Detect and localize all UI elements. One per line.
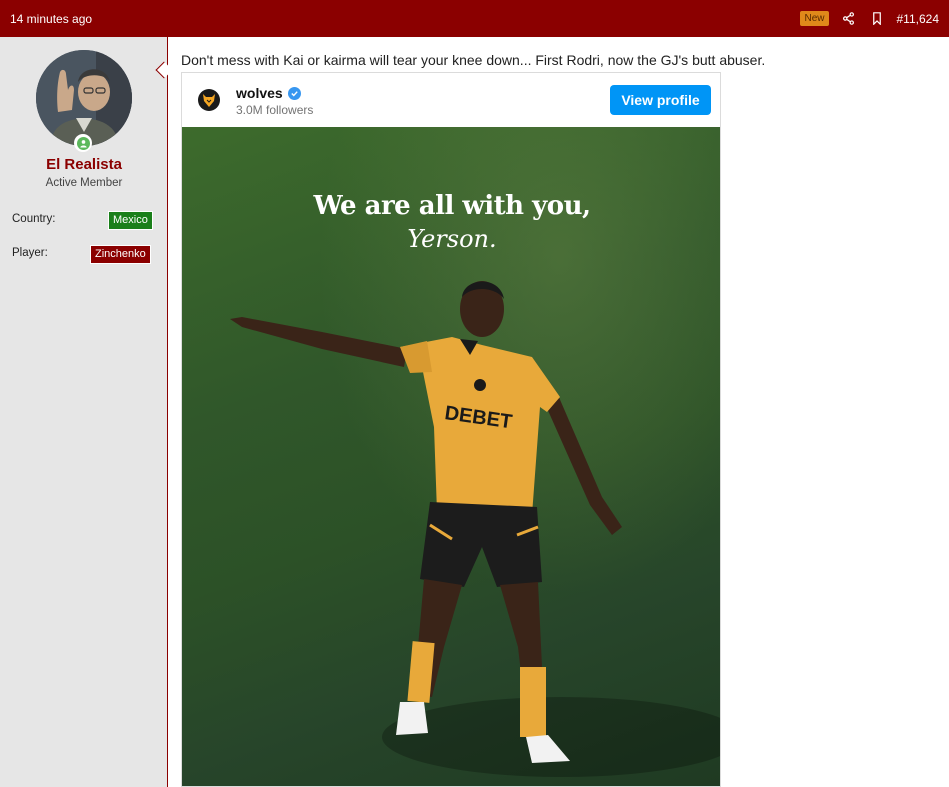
country-tag: Mexico — [108, 211, 153, 230]
wolves-logo-icon[interactable] — [196, 87, 222, 113]
username[interactable]: El Realista — [0, 156, 168, 173]
follower-count: 3.0M followers — [236, 103, 314, 117]
instagram-embed: wolves 3.0M followers View profile DEBET — [181, 72, 721, 787]
post-time[interactable]: 14 minutes ago — [10, 12, 800, 26]
headline-line-1: We are all with you, — [313, 191, 591, 221]
player-label: Player: — [12, 247, 48, 259]
bookmark-icon[interactable] — [869, 11, 885, 27]
share-icon[interactable] — [841, 11, 857, 27]
post-header: 14 minutes ago New #11,624 — [0, 0, 949, 37]
verified-icon — [287, 86, 301, 100]
player-tag: Zinchenko — [90, 245, 151, 264]
view-profile-button[interactable]: View profile — [610, 85, 711, 115]
post-number[interactable]: #11,624 — [897, 12, 940, 26]
post-header-actions: New #11,624 — [800, 11, 939, 27]
avatar-container — [36, 50, 132, 152]
photo-headline: We are all with you, Yerson. — [182, 191, 720, 253]
account-name-text[interactable]: wolves — [236, 85, 283, 101]
avatar[interactable] — [36, 50, 132, 146]
new-badge: New — [800, 11, 829, 26]
embed-header: wolves 3.0M followers View profile — [182, 73, 720, 127]
user-title: Active Member — [45, 177, 123, 189]
country-label: Country: — [12, 213, 56, 225]
post-message: Don't mess with Kai or kairma will tear … — [181, 52, 766, 68]
embed-account-name[interactable]: wolves — [236, 85, 301, 101]
headline-line-2: Yerson. — [407, 225, 497, 253]
online-status-icon — [74, 134, 92, 152]
embed-photo[interactable]: DEBET We are all with you, Yerson. — [182, 127, 720, 786]
user-info-sidebar: El Realista Active Member Country: Mexic… — [0, 37, 168, 787]
